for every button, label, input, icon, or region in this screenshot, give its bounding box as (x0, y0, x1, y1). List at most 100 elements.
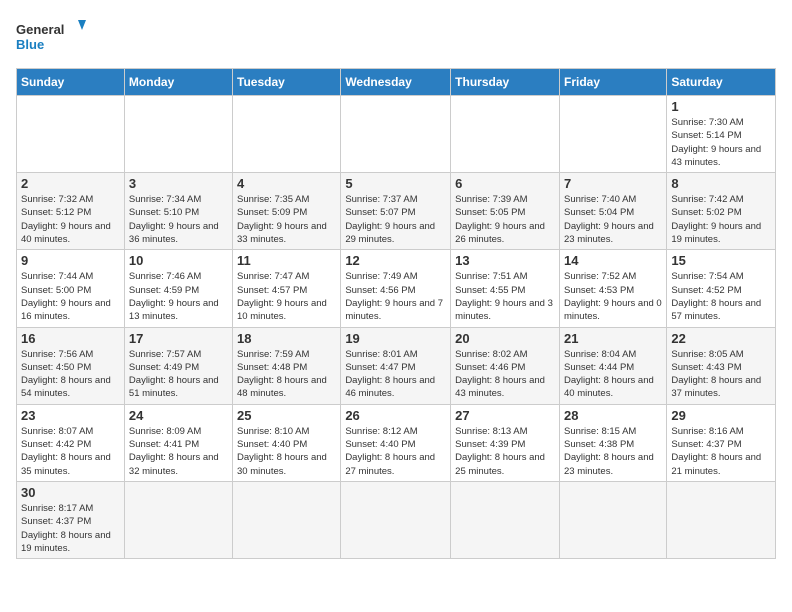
calendar-cell: 14Sunrise: 7:52 AM Sunset: 4:53 PM Dayli… (559, 250, 666, 327)
calendar-table: SundayMondayTuesdayWednesdayThursdayFrid… (16, 68, 776, 559)
calendar-week-row: 16Sunrise: 7:56 AM Sunset: 4:50 PM Dayli… (17, 327, 776, 404)
day-number: 7 (564, 176, 662, 191)
calendar-cell: 12 Sunrise: 7:49 AM Sunset: 4:56 PM Dayli… (341, 250, 451, 327)
weekday-header: Saturday (667, 69, 776, 96)
calendar-cell (124, 481, 232, 558)
day-number: 25 (237, 408, 336, 423)
calendar-cell: 19 Sunrise: 8:01 AM Sunset: 4:47 PM Dayli… (341, 327, 451, 404)
day-number: 8 (671, 176, 771, 191)
calendar-cell (559, 481, 666, 558)
day-number: 19 (345, 331, 446, 346)
day-info: Sunrise: 7:49 AM Sunset: 4:56 PM Dayligh… (345, 270, 446, 323)
calendar-cell: 11 Sunrise: 7:47 AM Sunset: 4:57 PM Dayli… (233, 250, 341, 327)
weekday-header: Wednesday (341, 69, 451, 96)
calendar-cell (17, 96, 125, 173)
day-number: 16 (21, 331, 120, 346)
day-number: 23 (21, 408, 120, 423)
calendar-cell: 21 Sunrise: 8:04 AM Sunset: 4:44 PM Dayli… (559, 327, 666, 404)
calendar-cell (233, 96, 341, 173)
calendar-cell: 4Sunrise: 7:35 AM Sunset: 5:09 PM Daylig… (233, 173, 341, 250)
calendar-cell: 28Sunrise: 8:15 AM Sunset: 4:38 PM Dayli… (559, 404, 666, 481)
calendar-cell: 2 Sunrise: 7:32 AM Sunset: 5:12 PM Daylig… (17, 173, 125, 250)
day-info: Sunrise: 7:39 AM Sunset: 5:05 PM Dayligh… (455, 193, 555, 246)
calendar-cell: 18Sunrise: 7:59 AM Sunset: 4:48 PM Dayli… (233, 327, 341, 404)
calendar-cell: 1Sunrise: 7:30 AM Sunset: 5:14 PM Daylig… (667, 96, 776, 173)
day-number: 11 (237, 253, 336, 268)
day-number: 5 (345, 176, 446, 191)
calendar-week-row: 30Sunrise: 8:17 AM Sunset: 4:37 PM Dayli… (17, 481, 776, 558)
day-number: 21 (564, 331, 662, 346)
calendar-cell (124, 96, 232, 173)
calendar-cell (451, 96, 560, 173)
day-info: Sunrise: 8:05 AM Sunset: 4:43 PM Dayligh… (671, 348, 771, 401)
day-info: Sunrise: 8:10 AM Sunset: 4:40 PM Dayligh… (237, 425, 336, 478)
calendar-cell: 27 Sunrise: 8:13 AM Sunset: 4:39 PM Dayli… (451, 404, 560, 481)
day-number: 29 (671, 408, 771, 423)
day-info: Sunrise: 8:07 AM Sunset: 4:42 PM Dayligh… (21, 425, 120, 478)
day-info: Sunrise: 7:32 AM Sunset: 5:12 PM Dayligh… (21, 193, 120, 246)
day-number: 20 (455, 331, 555, 346)
calendar-cell (341, 481, 451, 558)
day-number: 30 (21, 485, 120, 500)
calendar-cell: 24 Sunrise: 8:09 AM Sunset: 4:41 PM Dayli… (124, 404, 232, 481)
svg-text:Blue: Blue (16, 37, 44, 52)
day-info: Sunrise: 7:35 AM Sunset: 5:09 PM Dayligh… (237, 193, 336, 246)
day-info: Sunrise: 8:16 AM Sunset: 4:37 PM Dayligh… (671, 425, 771, 478)
calendar-cell: 5Sunrise: 7:37 AM Sunset: 5:07 PM Daylig… (341, 173, 451, 250)
day-info: Sunrise: 7:46 AM Sunset: 4:59 PM Dayligh… (129, 270, 228, 323)
weekday-header: Sunday (17, 69, 125, 96)
calendar-cell (559, 96, 666, 173)
calendar-week-row: 9Sunrise: 7:44 AM Sunset: 5:00 PM Daylig… (17, 250, 776, 327)
calendar-cell: 17 Sunrise: 7:57 AM Sunset: 4:49 PM Dayli… (124, 327, 232, 404)
day-info: Sunrise: 8:09 AM Sunset: 4:41 PM Dayligh… (129, 425, 228, 478)
day-info: Sunrise: 7:57 AM Sunset: 4:49 PM Dayligh… (129, 348, 228, 401)
svg-text:General: General (16, 22, 64, 37)
calendar-cell (233, 481, 341, 558)
calendar-cell: 6 Sunrise: 7:39 AM Sunset: 5:05 PM Daylig… (451, 173, 560, 250)
day-info: Sunrise: 8:01 AM Sunset: 4:47 PM Dayligh… (345, 348, 446, 401)
day-info: Sunrise: 8:02 AM Sunset: 4:46 PM Dayligh… (455, 348, 555, 401)
calendar-cell: 16Sunrise: 7:56 AM Sunset: 4:50 PM Dayli… (17, 327, 125, 404)
calendar-cell: 26Sunrise: 8:12 AM Sunset: 4:40 PM Dayli… (341, 404, 451, 481)
calendar-cell: 13 Sunrise: 7:51 AM Sunset: 4:55 PM Dayli… (451, 250, 560, 327)
day-info: Sunrise: 7:40 AM Sunset: 5:04 PM Dayligh… (564, 193, 662, 246)
day-number: 26 (345, 408, 446, 423)
day-number: 6 (455, 176, 555, 191)
calendar-cell: 23 Sunrise: 8:07 AM Sunset: 4:42 PM Dayli… (17, 404, 125, 481)
logo: General Blue (16, 16, 86, 56)
day-info: Sunrise: 7:44 AM Sunset: 5:00 PM Dayligh… (21, 270, 120, 323)
day-number: 10 (129, 253, 228, 268)
day-number: 27 (455, 408, 555, 423)
weekday-header: Tuesday (233, 69, 341, 96)
day-info: Sunrise: 8:13 AM Sunset: 4:39 PM Dayligh… (455, 425, 555, 478)
day-number: 3 (129, 176, 228, 191)
day-info: Sunrise: 7:52 AM Sunset: 4:53 PM Dayligh… (564, 270, 662, 323)
day-number: 17 (129, 331, 228, 346)
logo-svg: General Blue (16, 16, 86, 56)
day-number: 13 (455, 253, 555, 268)
calendar-cell: 20 Sunrise: 8:02 AM Sunset: 4:46 PM Dayli… (451, 327, 560, 404)
weekday-header: Thursday (451, 69, 560, 96)
day-number: 2 (21, 176, 120, 191)
day-number: 12 (345, 253, 446, 268)
day-number: 22 (671, 331, 771, 346)
day-number: 18 (237, 331, 336, 346)
day-info: Sunrise: 8:04 AM Sunset: 4:44 PM Dayligh… (564, 348, 662, 401)
calendar-cell: 25 Sunrise: 8:10 AM Sunset: 4:40 PM Dayli… (233, 404, 341, 481)
calendar-week-row: 2 Sunrise: 7:32 AM Sunset: 5:12 PM Daylig… (17, 173, 776, 250)
calendar-cell (667, 481, 776, 558)
day-number: 24 (129, 408, 228, 423)
day-info: Sunrise: 7:42 AM Sunset: 5:02 PM Dayligh… (671, 193, 771, 246)
weekday-header: Friday (559, 69, 666, 96)
day-info: Sunrise: 7:47 AM Sunset: 4:57 PM Dayligh… (237, 270, 336, 323)
day-info: Sunrise: 8:15 AM Sunset: 4:38 PM Dayligh… (564, 425, 662, 478)
weekday-header: Monday (124, 69, 232, 96)
calendar-cell: 7 Sunrise: 7:40 AM Sunset: 5:04 PM Daylig… (559, 173, 666, 250)
calendar-cell: 8 Sunrise: 7:42 AM Sunset: 5:02 PM Daylig… (667, 173, 776, 250)
calendar-cell: 10 Sunrise: 7:46 AM Sunset: 4:59 PM Dayli… (124, 250, 232, 327)
day-info: Sunrise: 7:51 AM Sunset: 4:55 PM Dayligh… (455, 270, 555, 323)
day-info: Sunrise: 7:30 AM Sunset: 5:14 PM Dayligh… (671, 116, 771, 169)
calendar-cell: 22 Sunrise: 8:05 AM Sunset: 4:43 PM Dayli… (667, 327, 776, 404)
page-header: General Blue (16, 16, 776, 56)
calendar-cell (451, 481, 560, 558)
